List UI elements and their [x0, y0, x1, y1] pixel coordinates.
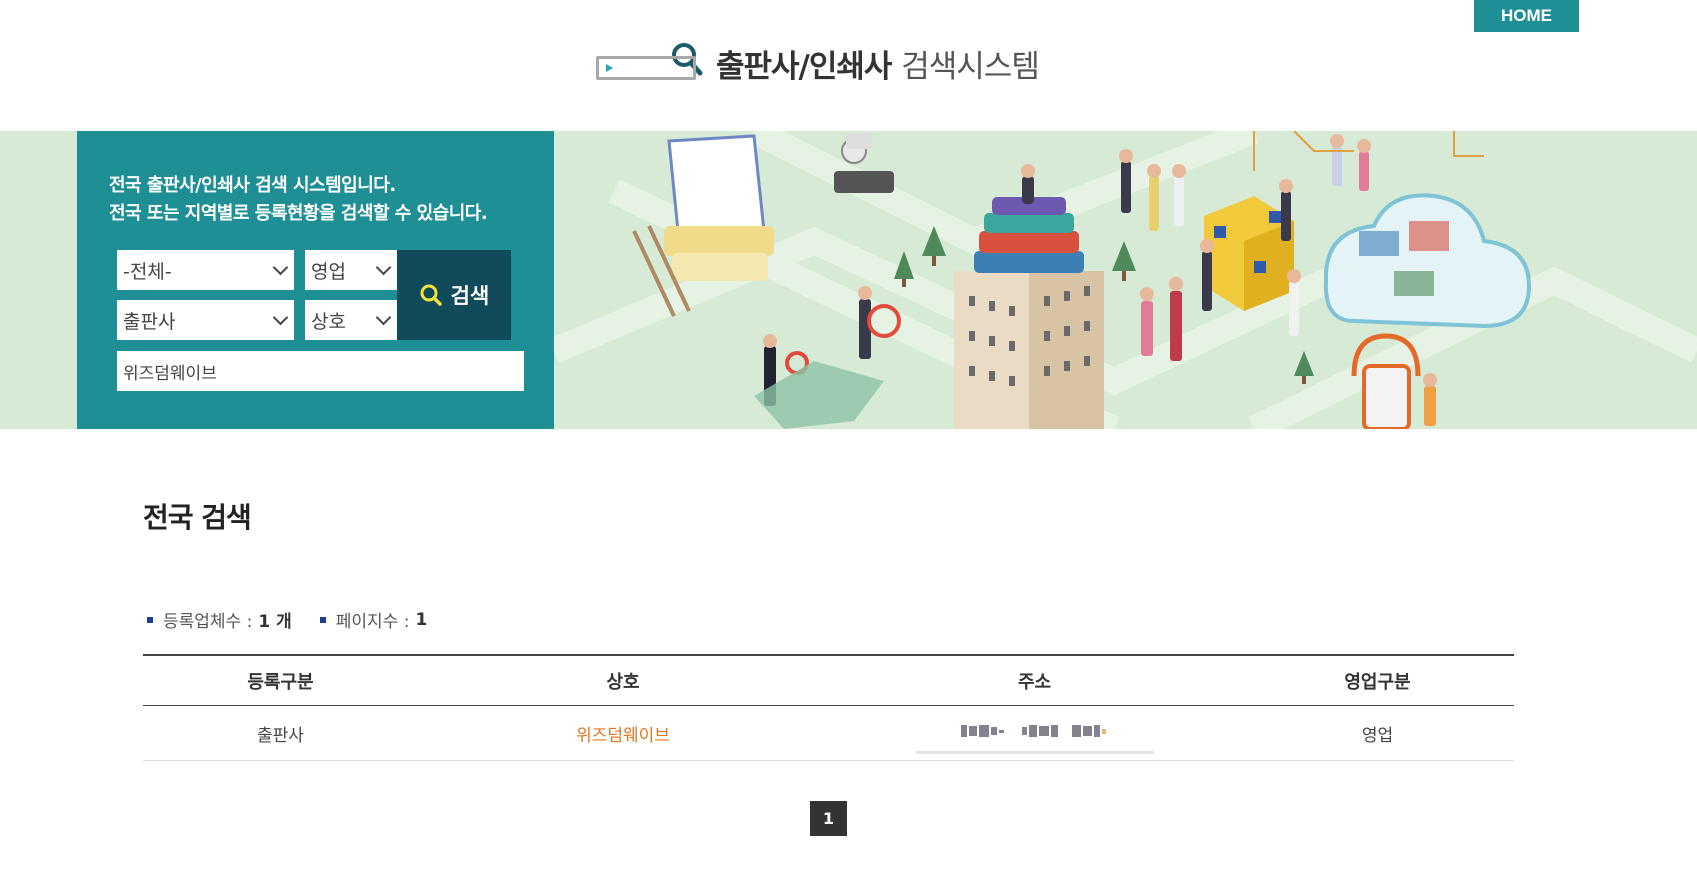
home-button[interactable]: HOME	[1474, 0, 1579, 32]
registered-count-label: 등록업체수 :	[163, 612, 253, 632]
site-title-light: 검색시스템	[901, 48, 1040, 85]
search-banner: 전국 출판사/인쇄사 검색 시스템입니다. 전국 또는 지역별로 등록현황을 검…	[0, 131, 1697, 429]
company-name-link[interactable]: 위즈덤웨이브	[576, 726, 670, 746]
bullet-square-icon	[319, 616, 326, 623]
status-select[interactable]: 영업	[305, 250, 397, 290]
intro-line-1: 전국 출판사/인쇄사 검색 시스템입니다.	[109, 175, 396, 196]
site-title: 출판사/인쇄사 검색시스템	[716, 41, 1040, 86]
search-button[interactable]: 검색	[397, 250, 511, 340]
chevron-down-icon	[375, 309, 392, 325]
page-count-label: 페이지수 :	[335, 612, 410, 632]
site-logo[interactable]: 출판사/인쇄사 검색시스템	[596, 40, 1040, 86]
registered-count-value: 1 개	[258, 612, 292, 632]
cell-category: 출판사	[257, 725, 304, 746]
region-select-value: -전체-	[123, 260, 172, 283]
banner-illustration	[554, 131, 1697, 429]
section-title: 전국 검색	[143, 501, 252, 534]
cube-illustration	[1204, 196, 1294, 311]
registered-count: 등록업체수 : 1 개	[147, 607, 292, 632]
page-count-value: 1	[415, 609, 428, 630]
intro-line-2: 전국 또는 지역별로 등록현황을 검색할 수 있습니다.	[109, 203, 488, 224]
bullet-square-icon	[147, 616, 153, 623]
search-panel: 전국 출판사/인쇄사 검색 시스템입니다. 전국 또는 지역별로 등록현황을 검…	[77, 131, 554, 429]
chevron-down-icon	[272, 309, 289, 325]
page-count: 페이지수 : 1	[319, 607, 428, 632]
search-icon	[420, 284, 442, 306]
header-address: 주소	[1017, 671, 1052, 693]
status-select-value: 영업	[311, 260, 346, 283]
header-category: 등록구분	[247, 671, 314, 693]
cell-status: 영업	[1361, 725, 1394, 746]
search-button-label: 검색	[450, 284, 490, 308]
logo-searchbar-graphic	[596, 48, 696, 80]
results-table: 등록구분 상호 주소 영업구분 출판사 위즈덤웨이브 영업	[143, 654, 1514, 761]
table-header: 등록구분 상호 주소 영업구분	[143, 654, 1514, 706]
header-status: 영업구분	[1344, 671, 1411, 693]
search-intro: 전국 출판사/인쇄사 검색 시스템입니다. 전국 또는 지역별로 등록현황을 검…	[109, 172, 488, 228]
field-select[interactable]: 상호	[305, 300, 397, 340]
category-select-value: 출판사	[123, 310, 176, 333]
field-select-value: 상호	[311, 310, 346, 333]
chevron-down-icon	[375, 259, 392, 275]
result-stats: 등록업체수 : 1 개 페이지수 : 1	[147, 607, 455, 632]
header-name: 상호	[606, 671, 640, 693]
pagination-page-1[interactable]: 1	[810, 801, 847, 836]
region-select[interactable]: -전체-	[117, 250, 294, 290]
category-select[interactable]: 출판사	[117, 300, 294, 340]
table-row: 출판사 위즈덤웨이브 영업	[143, 706, 1514, 761]
chevron-down-icon	[272, 259, 289, 275]
keyword-input[interactable]	[117, 351, 524, 391]
address-redacted	[915, 720, 1154, 754]
site-title-bold: 출판사/인쇄사	[716, 48, 892, 85]
